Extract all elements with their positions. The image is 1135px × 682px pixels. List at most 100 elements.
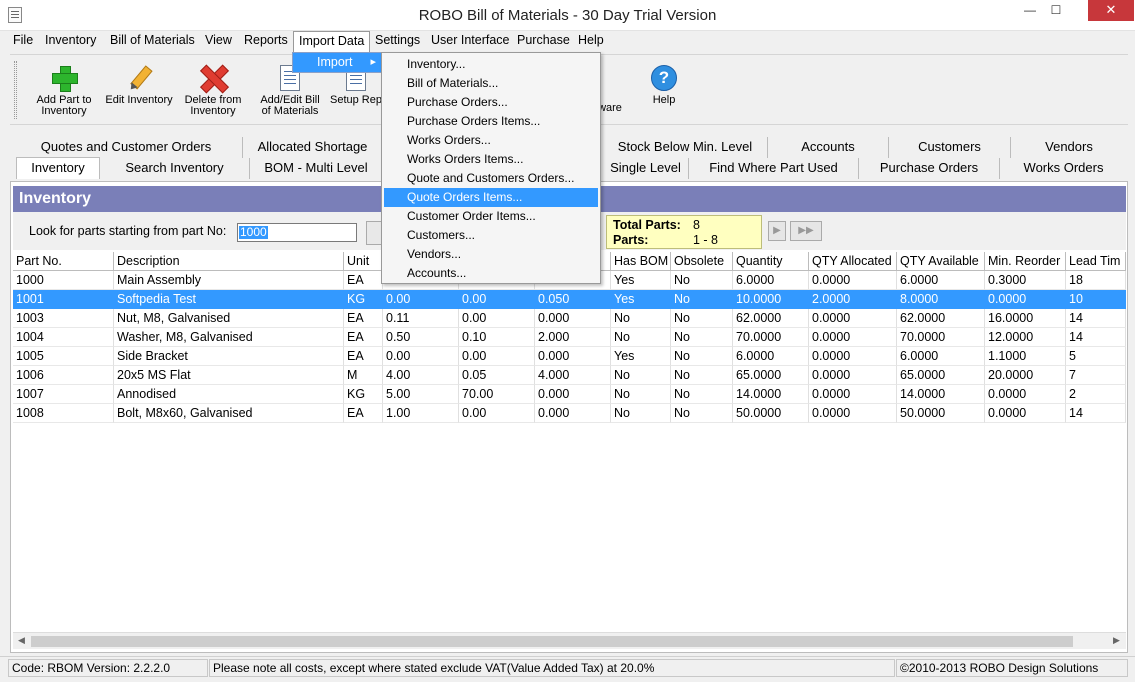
tab-accounts[interactable]: Accounts <box>768 137 889 158</box>
tab-allocated-shortage[interactable]: Allocated Shortage <box>243 137 383 158</box>
scroll-right-icon[interactable]: ▶ <box>1113 635 1120 646</box>
add-edit-bom-label: Add/Edit Bill of Materials <box>260 94 320 117</box>
table-row[interactable]: 1007 Annodised KG 5.00 70.00 0.000 No No 14.0000… <box>13 385 1126 404</box>
next-page-button[interactable]: ▶ <box>768 221 786 241</box>
edit-inventory-button[interactable]: Edit Inventory <box>102 65 176 106</box>
cell-qty-available: 6.0000 <box>897 347 985 366</box>
import-item-quote-and-customers-orders[interactable]: Quote and Customers Orders... <box>384 169 598 188</box>
menu-view[interactable]: View <box>200 31 237 50</box>
cell-quantity: 50.0000 <box>733 404 809 423</box>
cell-description: Washer, M8, Galvanised <box>114 328 344 347</box>
column-header-obsolete[interactable]: Obsolete <box>671 252 733 271</box>
tab-bom-multi-level[interactable]: BOM - Multi Level <box>250 158 383 179</box>
tab-inventory[interactable]: Inventory <box>16 157 100 179</box>
delete-inventory-button[interactable]: Delete from Inventory <box>180 65 246 117</box>
menu-bill-of-materials[interactable]: Bill of Materials <box>105 31 200 50</box>
column-header-qty-allocated[interactable]: QTY Allocated <box>809 252 897 271</box>
column-header-min-reorder[interactable]: Min. Reorder <box>985 252 1066 271</box>
import-item-bill-of-materials[interactable]: Bill of Materials... <box>384 74 598 93</box>
import-item-purchase-orders-items[interactable]: Purchase Orders Items... <box>384 112 598 131</box>
import-item-accounts[interactable]: Accounts... <box>384 264 598 283</box>
tab-customers[interactable]: Customers <box>889 137 1011 158</box>
menu-import-data[interactable]: Import Data <box>293 31 371 52</box>
column-header-quantity[interactable]: Quantity <box>733 252 809 271</box>
menu-inventory[interactable]: Inventory <box>40 31 101 50</box>
cell-cost-a: 0.11 <box>383 309 459 328</box>
column-header-lead-time[interactable]: Lead Tim <box>1066 252 1126 271</box>
tab-bom-single-level[interactable]: Single Level <box>603 158 689 179</box>
tab-purchase-orders[interactable]: Purchase Orders <box>859 158 1000 179</box>
import-item-purchase-orders[interactable]: Purchase Orders... <box>384 93 598 112</box>
menu-help[interactable]: Help <box>573 31 609 50</box>
table-row[interactable]: 1004 Washer, M8, Galvanised EA 0.50 0.10 2.00… <box>13 328 1126 347</box>
maximize-button[interactable]: ☐ <box>1043 0 1069 21</box>
cell-cost-c: 0.000 <box>535 404 611 423</box>
column-header-unit[interactable]: Unit <box>344 252 383 271</box>
menu-file[interactable]: File <box>8 31 38 50</box>
cell-unit: EA <box>344 328 383 347</box>
tab-works-orders[interactable]: Works Orders <box>1000 158 1127 179</box>
horizontal-scrollbar[interactable]: ◀ ▶ <box>13 632 1126 649</box>
toolbar-grip[interactable] <box>14 61 17 119</box>
cell-obsolete: No <box>671 366 733 385</box>
minimize-button[interactable]: — <box>1017 0 1043 21</box>
menu-reports[interactable]: Reports <box>239 31 293 50</box>
cell-has-bom: No <box>611 404 671 423</box>
table-row[interactable]: 1003 Nut, M8, Galvanised EA 0.11 0.00 0.000 No… <box>13 309 1126 328</box>
table-row[interactable]: 1001 Softpedia Test KG 0.00 0.00 0.050 Yes No 10… <box>13 290 1126 309</box>
cell-cost-a: 0.00 <box>383 290 459 309</box>
cell-cost-c: 0.000 <box>535 347 611 366</box>
cell-qty-allocated: 0.0000 <box>809 366 897 385</box>
table-row[interactable]: 1005 Side Bracket EA 0.00 0.00 0.000 Yes No 6.00… <box>13 347 1126 366</box>
import-item-quote-orders-items[interactable]: Quote Orders Items... <box>384 188 598 207</box>
table-row[interactable]: 1006 20x5 MS Flat M 4.00 0.05 4.000 No No 65.000… <box>13 366 1126 385</box>
add-part-label: Add Part to Inventory <box>36 94 92 117</box>
total-parts-label: Total Parts: <box>613 218 681 232</box>
window-title: ROBO Bill of Materials - 30 Day Trial Ve… <box>418 7 717 24</box>
scroll-left-icon[interactable]: ◀ <box>18 635 25 646</box>
add-part-button[interactable]: Add Part to Inventory <box>30 65 98 117</box>
scrollbar-thumb[interactable] <box>31 636 1073 647</box>
totals-box: Total Parts: 8 Parts: 1 - 8 <box>606 215 762 249</box>
cell-min-reorder: 0.0000 <box>985 404 1066 423</box>
menu-user-interface[interactable]: User Interface <box>426 31 515 50</box>
menu-settings[interactable]: Settings <box>370 31 425 50</box>
import-item-works-orders-items[interactable]: Works Orders Items... <box>384 150 598 169</box>
import-submenu-item[interactable]: Import <box>292 52 383 73</box>
cell-min-reorder: 1.1000 <box>985 347 1066 366</box>
last-page-button[interactable]: ▶▶ <box>790 221 822 241</box>
pencil-icon <box>121 60 158 97</box>
help-icon: ? <box>651 65 677 91</box>
cell-has-bom: Yes <box>611 347 671 366</box>
cell-cost-b: 0.00 <box>459 290 535 309</box>
menu-purchase[interactable]: Purchase <box>512 31 575 50</box>
cell-part-no: 1005 <box>13 347 114 366</box>
status-vat-note: Please note all costs, except where stat… <box>209 659 895 677</box>
import-item-inventory[interactable]: Inventory... <box>384 55 598 74</box>
column-header-part-no[interactable]: Part No. <box>13 252 114 271</box>
cell-lead-time: 14 <box>1066 309 1126 328</box>
column-header-description[interactable]: Description <box>114 252 344 271</box>
status-version: Code: RBOM Version: 2.2.2.0 <box>8 659 208 677</box>
table-row[interactable]: 1008 Bolt, M8x60, Galvanised EA 1.00 0.00 0.0… <box>13 404 1126 423</box>
tab-find-where-part-used[interactable]: Find Where Part Used <box>689 158 859 179</box>
cell-quantity: 6.0000 <box>733 271 809 290</box>
cell-cost-c: 2.000 <box>535 328 611 347</box>
import-item-vendors[interactable]: Vendors... <box>384 245 598 264</box>
column-header-has-bom[interactable]: Has BOM <box>611 252 671 271</box>
import-item-customer-order-items[interactable]: Customer Order Items... <box>384 207 598 226</box>
parts-range-value: 1 - 8 <box>693 233 719 247</box>
tab-stock-below-min-level[interactable]: Stock Below Min. Level <box>603 137 768 158</box>
cell-lead-time: 10 <box>1066 290 1126 309</box>
cell-qty-allocated: 0.0000 <box>809 328 897 347</box>
close-button[interactable]: ✕ <box>1088 0 1134 21</box>
column-header-qty-available[interactable]: QTY Available <box>897 252 985 271</box>
import-item-customers[interactable]: Customers... <box>384 226 598 245</box>
tab-search-inventory[interactable]: Search Inventory <box>100 158 250 179</box>
tab-vendors[interactable]: Vendors <box>1011 137 1127 158</box>
help-button[interactable]: ? Help <box>646 65 682 106</box>
tab-quotes-and-customer-orders[interactable]: Quotes and Customer Orders <box>10 137 243 158</box>
cell-unit: EA <box>344 404 383 423</box>
import-item-works-orders[interactable]: Works Orders... <box>384 131 598 150</box>
cell-part-no: 1006 <box>13 366 114 385</box>
